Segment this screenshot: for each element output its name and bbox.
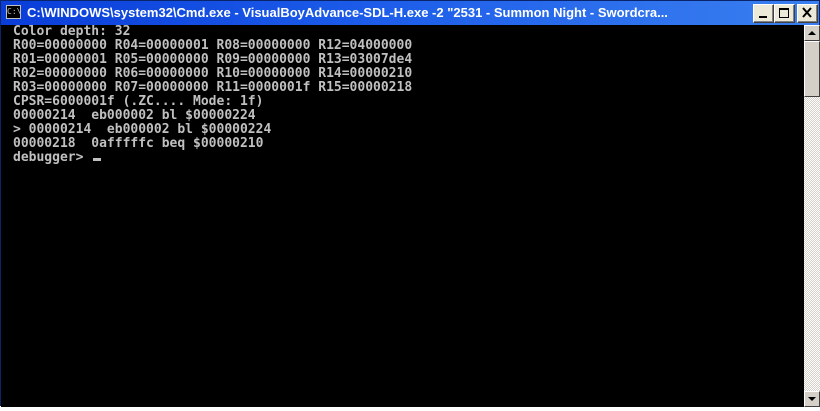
scroll-up-button[interactable]: [804, 25, 820, 41]
maximize-button[interactable]: [774, 4, 795, 23]
console-line: > 00000214 eb000002 bl $00000224: [13, 122, 272, 137]
close-icon: [802, 7, 812, 18]
console-lines: Color depth: 32 R00=00000000 R04=0000000…: [1, 25, 804, 165]
console-line: CPSR=6000001f (.ZC.... Mode: 1f): [13, 94, 264, 109]
text-cursor: [93, 158, 102, 161]
console-line: R03=00000000 R07=00000000 R11=0000001f R…: [13, 80, 413, 95]
scroll-down-arrow-icon: [808, 397, 816, 401]
minimize-icon: [759, 16, 767, 18]
console-line: R01=00000001 R05=00000000 R09=00000000 R…: [13, 52, 413, 67]
scrollbar-thumb[interactable]: [804, 41, 820, 97]
cmd-icon[interactable]: C:\: [6, 5, 21, 19]
scroll-down-button[interactable]: [804, 391, 820, 407]
vertical-scrollbar[interactable]: [804, 25, 820, 407]
window-title: C:\WINDOWS\system32\Cmd.exe - VisualBoyA…: [27, 5, 668, 20]
console-window: C:\ C:\WINDOWS\system32\Cmd.exe - Visual…: [0, 0, 820, 407]
close-button[interactable]: [797, 4, 818, 23]
console-line: R00=00000000 R04=00000001 R08=00000000 R…: [13, 38, 413, 53]
title-bar[interactable]: C:\ C:\WINDOWS\system32\Cmd.exe - Visual…: [1, 1, 819, 25]
console-line: 00000218 0afffffc beq $00000210: [13, 136, 264, 151]
console-line: 00000214 eb000002 bl $00000224: [13, 108, 256, 123]
maximize-icon: [779, 8, 789, 18]
console-output[interactable]: Color depth: 32 R00=00000000 R04=0000000…: [1, 25, 804, 407]
scroll-up-arrow-icon: [808, 31, 816, 35]
minimize-button[interactable]: [753, 4, 774, 23]
debugger-prompt: debugger>: [13, 150, 92, 165]
console-line: R02=00000000 R06=00000000 R10=00000000 R…: [13, 66, 413, 81]
console-line: Color depth: 32: [13, 25, 131, 39]
